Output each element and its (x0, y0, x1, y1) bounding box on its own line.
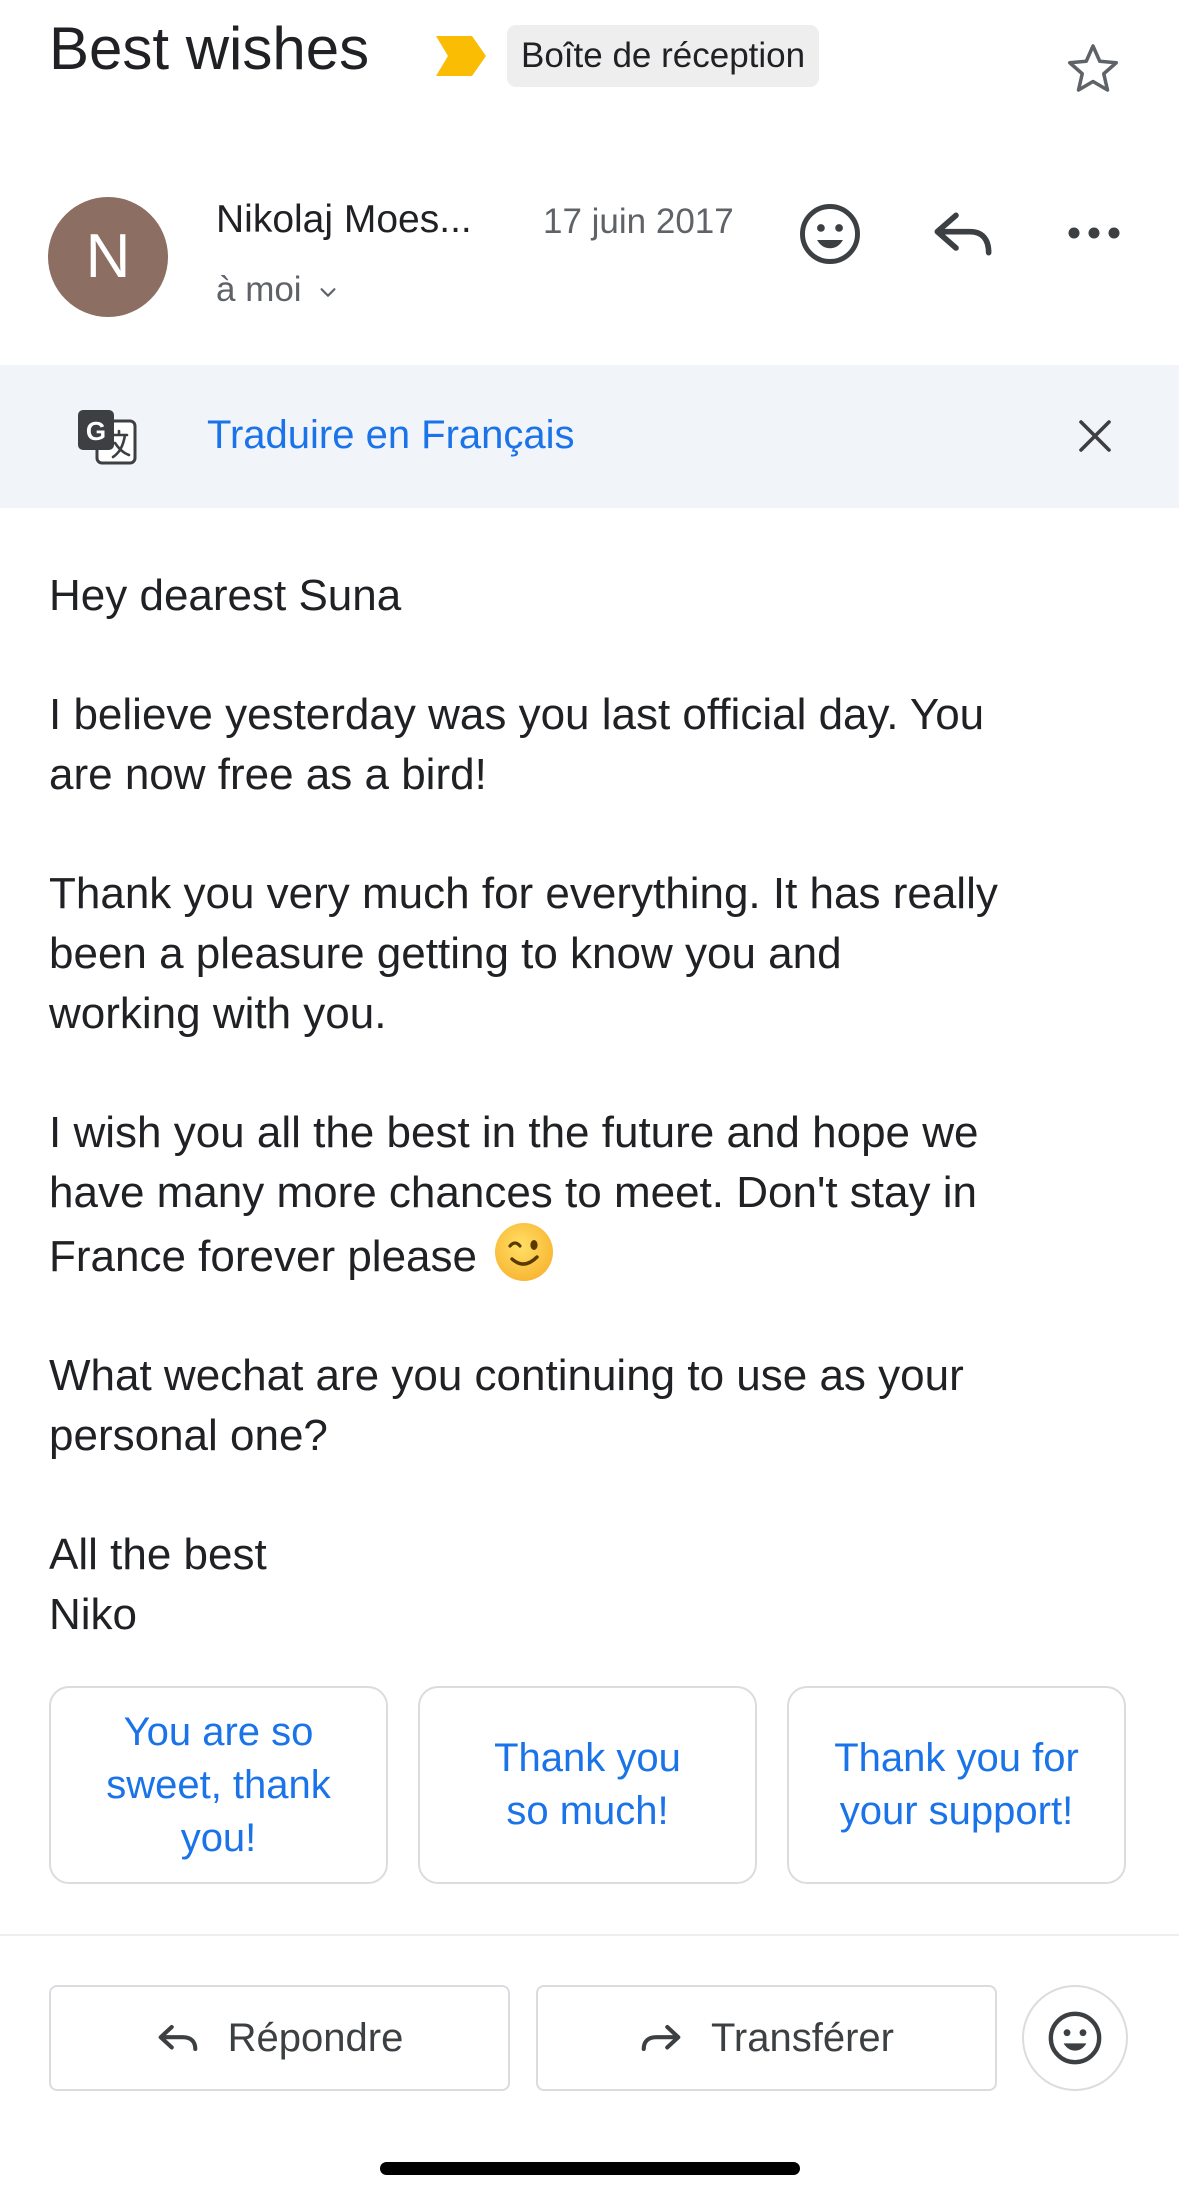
smart-reply-text: You are so (123, 1709, 314, 1754)
body-line: I believe yesterday was you last officia… (49, 690, 985, 739)
smiley-icon (1048, 2011, 1102, 2065)
more-icon[interactable] (1064, 218, 1124, 248)
emoji-reaction-button[interactable] (1022, 1985, 1128, 2091)
body-paragraph: All the best Niko (49, 1525, 1149, 1645)
close-icon[interactable] (1075, 416, 1115, 456)
forward-button[interactable]: Transférer (536, 1985, 997, 2091)
message-date: 17 juin 2017 (543, 202, 734, 241)
sender-name[interactable]: Nikolaj Moes... (216, 198, 472, 242)
body-line: working with you. (49, 989, 387, 1038)
important-marker-icon[interactable] (434, 34, 488, 78)
body-line: Hey dearest Suna (49, 571, 402, 620)
body-line: Niko (49, 1590, 138, 1639)
smart-reply-chip[interactable]: Thank you so much! (418, 1686, 757, 1884)
body-line: are now free as a bird! (49, 750, 487, 799)
message-body: Hey dearest Suna I believe yesterday was… (49, 566, 1149, 1704)
body-line: have many more chances to meet. Don't st… (49, 1168, 977, 1217)
google-translate-icon: G (78, 410, 137, 465)
body-line: Thank you very much for everything. It h… (49, 869, 998, 918)
body-line: All the best (49, 1530, 267, 1579)
reply-button-label: Répondre (227, 2015, 404, 2060)
body-paragraph: I wish you all the best in the future an… (49, 1103, 1149, 1287)
home-indicator[interactable] (380, 2162, 800, 2175)
divider (0, 1934, 1179, 1936)
chevron-down-icon (320, 287, 336, 297)
recipient-toggle[interactable]: à moi (216, 270, 339, 310)
recipient-label: à moi (216, 270, 302, 309)
body-line: been a pleasure getting to know you and (49, 929, 842, 978)
forward-button-label: Transférer (710, 2015, 894, 2060)
body-paragraph: What wechat are you continuing to use as… (49, 1346, 1149, 1466)
inbox-label-chip[interactable]: Boîte de réception (507, 25, 820, 87)
smart-reply-text: sweet, thank (106, 1762, 331, 1807)
smart-reply-text: you! (180, 1815, 257, 1860)
body-paragraph: Hey dearest Suna (49, 566, 1149, 626)
body-line: France forever please (49, 1232, 477, 1281)
winking-face-emoji (495, 1223, 554, 1281)
smart-reply-text: Thank you (494, 1736, 681, 1780)
translate-banner: G Traduire en Français (0, 365, 1179, 508)
body-line: personal one? (49, 1411, 328, 1460)
reply-icon[interactable] (930, 206, 996, 262)
reply-icon (158, 2024, 197, 2052)
subject-title: Best wishes (49, 15, 370, 82)
translate-link[interactable]: Traduire en Français (207, 413, 575, 458)
smart-reply-chip[interactable]: Thank you for your support! (787, 1686, 1126, 1884)
smart-reply-text: Thank you for (834, 1736, 1079, 1780)
body-line: What wechat are you continuing to use as… (49, 1351, 964, 1400)
smiley-icon[interactable] (797, 201, 863, 267)
svg-text:G: G (86, 416, 106, 446)
star-icon[interactable] (1063, 39, 1123, 99)
reply-button[interactable]: Répondre (49, 1985, 510, 2091)
sender-avatar[interactable]: N (48, 197, 168, 317)
forward-icon (641, 2024, 681, 2052)
body-paragraph: Thank you very much for everything. It h… (49, 864, 1149, 1044)
body-paragraph: I believe yesterday was you last officia… (49, 685, 1149, 805)
body-line: I wish you all the best in the future an… (49, 1108, 979, 1157)
smart-reply-chip[interactable]: You are so sweet, thank you! (49, 1686, 388, 1884)
smart-reply-text: so much! (506, 1789, 669, 1833)
smart-reply-text: your support! (839, 1789, 1074, 1833)
